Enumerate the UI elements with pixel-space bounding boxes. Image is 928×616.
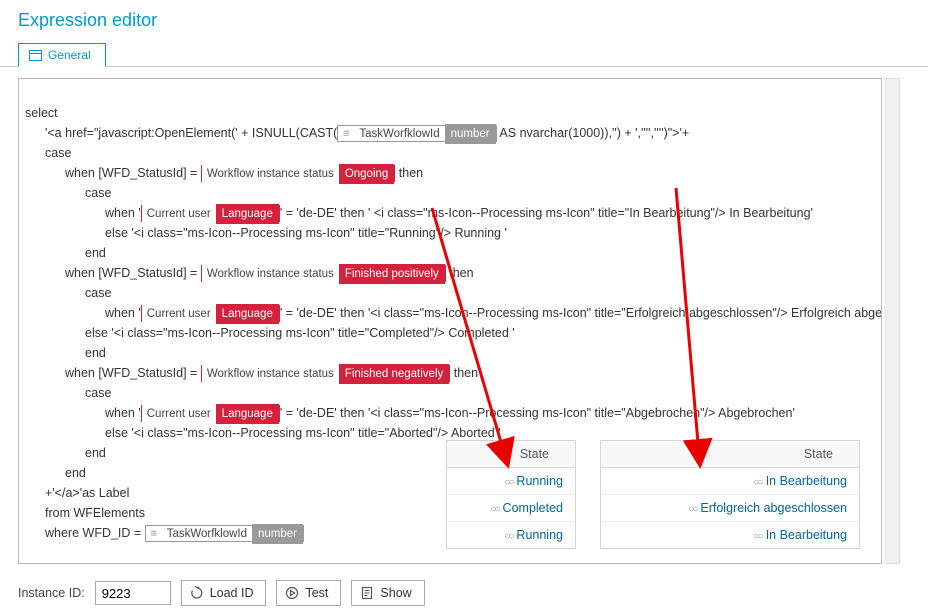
processing-icon: ○○	[504, 477, 512, 488]
footer-bar: Instance ID: Load ID Test Show	[18, 580, 425, 606]
list-item[interactable]: ○○Running	[447, 468, 575, 495]
preview-table-en: State ○○Running ○○Completed ○○Running	[446, 440, 576, 549]
token-taskworkflowid[interactable]: ≡TaskWorfklowIdnumber	[337, 125, 496, 142]
list-icon: ≡	[338, 126, 354, 141]
token-curuser-lang-1[interactable]: Current userLanguage	[141, 205, 280, 222]
refresh-icon	[190, 586, 204, 600]
document-icon	[360, 586, 374, 600]
list-item[interactable]: ○○Erfolgreich abgeschlossen	[601, 495, 859, 522]
list-item[interactable]: ○○Completed	[447, 495, 575, 522]
token-curuser-lang-2[interactable]: Current userLanguage	[141, 305, 280, 322]
token-wfstatus-ongoing[interactable]: Workflow instance statusOngoing	[201, 165, 395, 182]
token-wfstatus-finneg[interactable]: Workflow instance statusFinished negativ…	[201, 365, 450, 382]
test-button[interactable]: Test	[276, 580, 341, 606]
processing-icon: ○○	[504, 531, 512, 542]
list-icon: ≡	[146, 526, 162, 541]
tab-general[interactable]: General	[18, 43, 106, 67]
processing-icon: ○○	[754, 531, 762, 542]
list-item[interactable]: ○○In Bearbeitung	[601, 522, 859, 548]
token-taskworkflowid-2[interactable]: ≡TaskWorfklowIdnumber	[145, 525, 304, 542]
instance-id-label: Instance ID:	[18, 586, 85, 600]
token-wfstatus-finpos[interactable]: Workflow instance statusFinished positiv…	[201, 265, 446, 282]
folder-icon	[29, 50, 42, 61]
vertical-scrollbar[interactable]	[884, 78, 900, 564]
preview-header: State	[447, 441, 575, 468]
preview-header: State	[601, 441, 859, 468]
list-item[interactable]: ○○Running	[447, 522, 575, 548]
play-icon	[285, 586, 299, 600]
token-curuser-lang-3[interactable]: Current userLanguage	[141, 405, 280, 422]
processing-icon: ○○	[754, 477, 762, 488]
preview-table-de: State ○○In Bearbeitung ○○Erfolgreich abg…	[600, 440, 860, 549]
page-title: Expression editor	[0, 0, 928, 39]
instance-id-input[interactable]	[95, 581, 171, 605]
processing-icon: ○○	[490, 504, 498, 515]
tab-bar: General	[0, 39, 928, 67]
processing-icon: ○○	[688, 504, 696, 515]
load-id-button[interactable]: Load ID	[181, 580, 267, 606]
show-button[interactable]: Show	[351, 580, 424, 606]
list-item[interactable]: ○○In Bearbeitung	[601, 468, 859, 495]
tab-label: General	[48, 48, 91, 62]
